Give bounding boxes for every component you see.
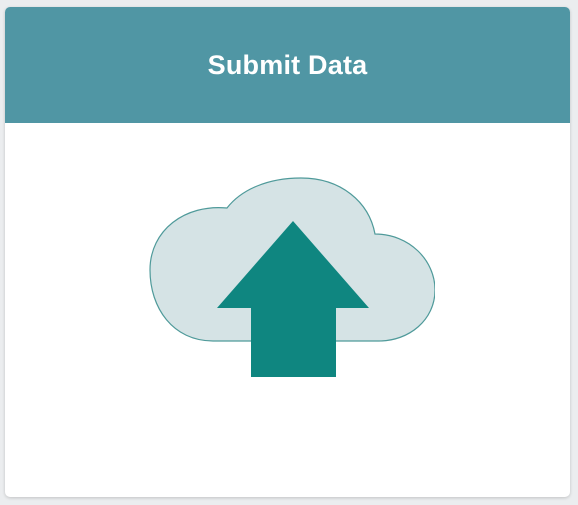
card-body (5, 123, 570, 497)
card-title: Submit Data (207, 49, 368, 80)
submit-data-card[interactable]: Submit Data (5, 7, 570, 497)
cloud-upload-icon (149, 177, 435, 377)
card-header: Submit Data (5, 7, 570, 123)
